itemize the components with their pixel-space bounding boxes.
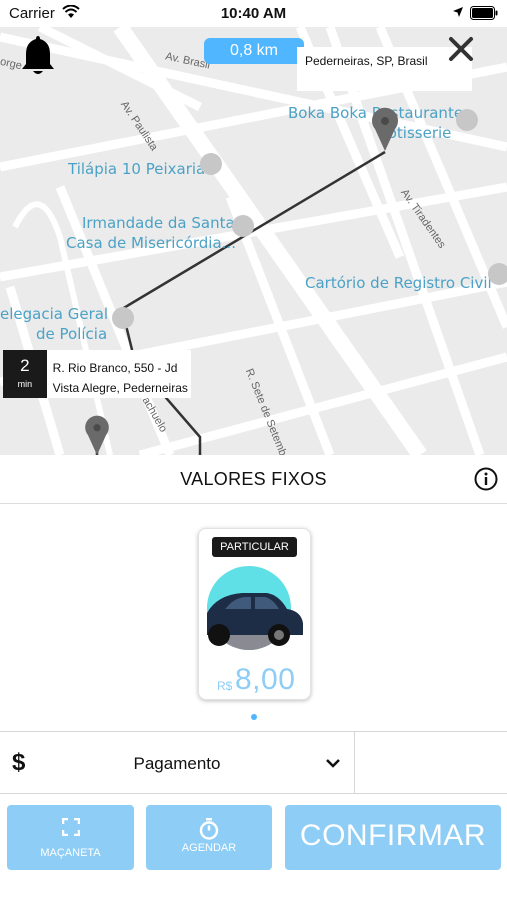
price-currency: R$ [217, 679, 233, 693]
close-icon[interactable] [448, 36, 474, 62]
schedule-button-label: AGENDAR [181, 842, 237, 854]
handle-button-label: MAÇANETA [40, 847, 101, 859]
destination-address: Pederneiras, SP, Brasil [305, 54, 428, 68]
poi-label: Casa de Misericórdia... [66, 234, 236, 252]
destination-pin-icon[interactable] [371, 107, 399, 151]
confirm-button[interactable]: CONFIRMAR [285, 805, 501, 870]
car-icon [207, 566, 303, 650]
vehicle-category-badge: PARTICULAR [212, 537, 297, 557]
bell-icon[interactable] [20, 34, 56, 76]
eta-unit: min [17, 379, 33, 389]
eta-box: 2 min [3, 350, 47, 398]
chevron-down-icon[interactable] [325, 758, 341, 768]
eta-value: 2 [20, 356, 30, 375]
destination-callout[interactable]: Pederneiras, SP, Brasil [297, 47, 472, 91]
carousel-page-indicator [251, 714, 257, 720]
confirm-button-label: CONFIRMAR [299, 819, 487, 852]
origin-address-line1: R. Rio Branco, 550 - Jd [52, 361, 178, 375]
poi-label: Cartório de Registro Civil [305, 274, 492, 292]
location-arrow-icon [453, 7, 463, 17]
status-bar: Carrier 10:40 AM [0, 0, 507, 27]
shopping-icon [200, 153, 222, 175]
handle-button[interactable]: MAÇANETA [7, 805, 134, 870]
building-icon [488, 263, 507, 285]
payment-label: Pagamento [133, 754, 221, 773]
price-value: 8,00 [235, 663, 296, 696]
status-time: 10:40 AM [220, 5, 287, 22]
schedule-button[interactable]: AGENDAR [146, 805, 272, 870]
stopwatch-icon [199, 818, 219, 840]
fixed-values-header: VALORES FIXOS [0, 455, 507, 504]
expand-icon [61, 818, 80, 836]
vehicle-option-card[interactable]: PARTICULAR R$ 8,00 [198, 528, 311, 700]
payment-selector[interactable]: $ Pagamento [0, 731, 507, 794]
origin-address-line2: Vista Alegre, Pederneiras - [52, 381, 191, 395]
origin-address: R. Rio Branco, 550 - Jd Vista Alegre, Pe… [47, 350, 191, 398]
poi-label: de Polícia [36, 325, 108, 343]
payment-extra-field[interactable] [355, 732, 507, 794]
distance-badge: 0,8 km [204, 38, 304, 64]
info-icon[interactable] [474, 467, 498, 491]
poi-label: Tilápia 10 Peixaria [68, 160, 206, 178]
origin-pin-icon[interactable] [83, 415, 111, 455]
poi-label: elegacia Geral [0, 305, 109, 323]
battery-icon [470, 6, 498, 20]
restaurant-icon [456, 109, 478, 131]
police-icon [112, 307, 134, 329]
hospital-icon [232, 215, 254, 237]
poi-label: Irmandade da Santa [82, 214, 235, 232]
origin-callout[interactable]: 2 min R. Rio Branco, 550 - Jd Vista Aleg… [3, 350, 191, 398]
fixed-values-title: VALORES FIXOS [180, 469, 327, 489]
